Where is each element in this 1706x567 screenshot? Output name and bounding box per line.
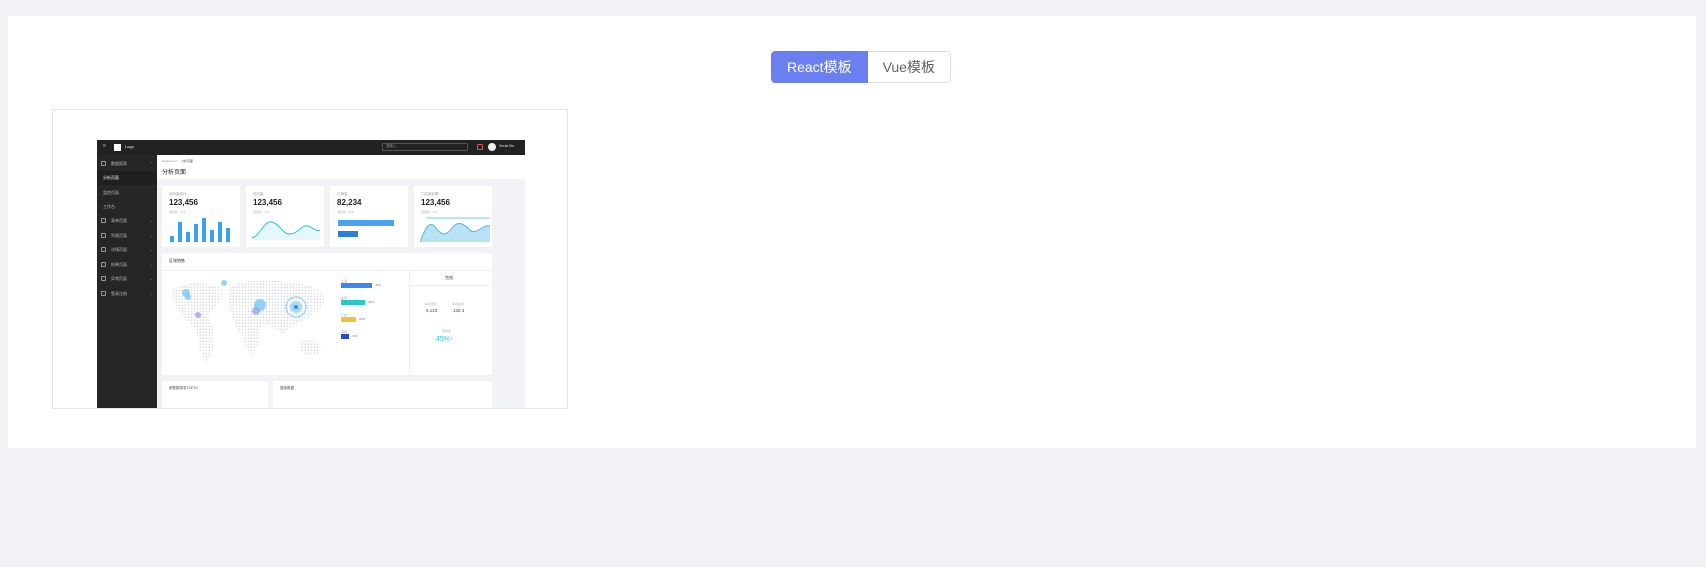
preview-sidebar: 数据报表 ⌃ 分析页面 监控页面 工作台 表单页面 ⌄ 列表页面 ⌄ 详情页面 ⌄ 结果… — [97, 155, 157, 408]
preview-page-header: Dashboard / 分析页面 分析页面 — [157, 155, 525, 179]
stat-card: 门店营业额 123,456 周同比 ↑ 8.5 — [414, 186, 492, 247]
mini-area-chart — [420, 217, 490, 242]
sidebar-item-profile: 详情页面 ⌄ — [97, 243, 157, 257]
avatar — [488, 143, 496, 151]
menu-icon: ≡ — [103, 143, 106, 149]
legend-bar — [341, 283, 372, 288]
sidebar-item-list: 列表页面 ⌄ — [97, 229, 157, 243]
breadcrumb-item: Dashboard — [162, 159, 177, 163]
region-sales-title: 区域销售 — [169, 258, 185, 263]
sidebar-item-workplace: 工作台 — [103, 204, 115, 209]
world-map — [172, 280, 325, 363]
mini-hbar — [338, 231, 358, 237]
region-sales-card: 区域销售 上海 46% 北京 36% 广州 26% 深圳 13% 完成 本月目标… — [162, 253, 492, 375]
preview-main: Dashboard / 分析页面 分析页面 访问量统计 123,456 周同比 … — [157, 155, 525, 408]
content-panel: React模板 Vue模板 ≡ Logo 搜索入 Serati Ma 数据报表 ⌃… — [8, 16, 1696, 448]
legend-bar — [341, 317, 356, 322]
ranking-card: 销售额排名TOP10 — [162, 381, 268, 408]
user-icon — [101, 291, 106, 296]
sidebar-item-analysis: 分析页面 — [97, 171, 157, 185]
breadcrumb-item: 分析页面 — [181, 159, 194, 163]
mini-bar-chart — [170, 218, 230, 242]
mini-line-chart — [252, 221, 320, 240]
stat-card: 访问量统计 123,456 周同比 ↑ 8.5 — [162, 186, 240, 247]
sidebar-item-dashboard: 数据报表 ⌃ — [97, 157, 157, 171]
form-icon — [101, 218, 106, 223]
sidebar-item-form: 表单页面 ⌄ — [97, 214, 157, 228]
preview-search-placeholder: 搜索入 — [386, 144, 397, 148]
sidebar-item-user: 登录注册 ⌄ — [97, 287, 157, 301]
sidebar-item-result: 结果页面 ⌄ — [97, 258, 157, 272]
bell-icon — [477, 144, 483, 150]
sidebar-item-monitor: 监控页面 — [103, 190, 119, 195]
legend-bar — [341, 300, 365, 305]
logo-icon — [114, 144, 121, 151]
check-icon — [101, 262, 106, 267]
search-data-card: 搜索数据 — [273, 381, 492, 408]
react-template-tab[interactable]: React模板 — [771, 51, 868, 83]
mini-hbar — [338, 220, 394, 226]
table-icon — [101, 233, 106, 238]
vue-template-tab[interactable]: Vue模板 — [867, 51, 951, 83]
template-preview-card[interactable]: ≡ Logo 搜索入 Serati Ma 数据报表 ⌃ 分析页面 监控页面 工作台… — [52, 109, 568, 409]
legend-bar — [341, 334, 349, 339]
sidebar-item-exception: 异常页面 ⌄ — [97, 272, 157, 286]
stat-card: 访问量 123,456 周同比 ↑ 8.5 — [246, 186, 324, 247]
preview-username: Serati Ma — [499, 144, 514, 148]
stat-card: 订单量 82,234 周同比 ↑ 8.5 — [330, 186, 408, 247]
warning-icon — [101, 276, 106, 281]
preview-topbar: ≡ Logo 搜索入 Serati Ma — [97, 140, 525, 155]
profile-icon — [101, 247, 106, 252]
dashboard-icon — [101, 161, 106, 166]
template-switcher: React模板 Vue模板 — [771, 51, 951, 83]
completion-rate: 45%↑ — [436, 336, 454, 343]
dashboard-preview-image: ≡ Logo 搜索入 Serati Ma 数据报表 ⌃ 分析页面 监控页面 工作台… — [97, 140, 525, 408]
preview-logo-text: Logo — [125, 144, 134, 149]
preview-page-title: 分析页面 — [162, 170, 187, 176]
